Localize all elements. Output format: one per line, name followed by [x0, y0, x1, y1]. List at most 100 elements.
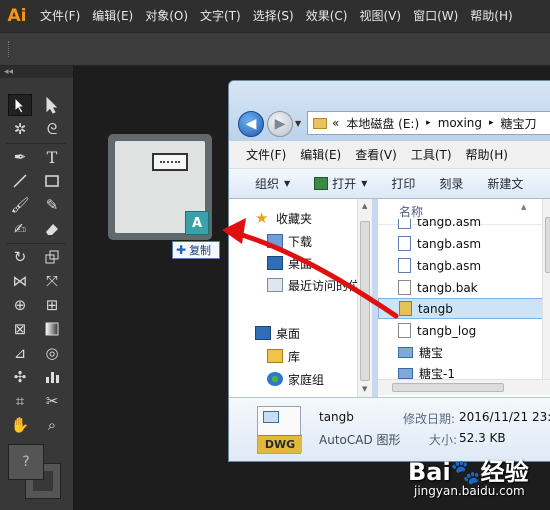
file-row[interactable]: 糖宝: [378, 342, 550, 363]
open-button[interactable]: 打开 ▼: [314, 175, 367, 192]
file-row[interactable]: tangb.asm: [378, 219, 550, 229]
ai-menu-type[interactable]: 文字(T): [194, 0, 247, 32]
print-button[interactable]: 打印: [391, 175, 415, 192]
file-list: 名称 ▲ tangb.asm tangb.asm tangb.asm tangb.…: [378, 199, 550, 397]
direct-selection-tool-icon[interactable]: [40, 94, 64, 116]
address-segment-moxing[interactable]: moxing: [438, 116, 482, 130]
line-tool-icon[interactable]: [8, 170, 32, 192]
explorer-menu-help[interactable]: 帮助(H): [466, 146, 508, 163]
panel-grip[interactable]: [8, 41, 10, 57]
address-overflow[interactable]: «: [332, 116, 339, 130]
mesh-tool-icon[interactable]: ⊠: [8, 318, 32, 340]
copy-tooltip: ✚ 复制: [172, 241, 220, 259]
scale-tool-icon[interactable]: [40, 246, 64, 268]
explorer-menu-tools[interactable]: 工具(T): [411, 146, 452, 163]
ai-menu-help[interactable]: 帮助(H): [464, 0, 518, 32]
address-segment-drive[interactable]: 本地磁盘 (E:): [346, 115, 419, 132]
file-list-hscrollbar[interactable]: [378, 379, 550, 395]
symbol-sprayer-tool-icon[interactable]: ✣: [8, 366, 32, 388]
details-file-name: tangb: [319, 410, 354, 424]
nav-downloads[interactable]: 下载: [267, 230, 312, 252]
burn-button[interactable]: 刻录: [439, 175, 463, 192]
explorer-menu-edit[interactable]: 编辑(E): [300, 146, 341, 163]
rectangle-tool-icon[interactable]: [40, 170, 64, 192]
nav-desktop[interactable]: 桌面: [255, 322, 300, 344]
ai-menu-object[interactable]: 对象(O): [139, 0, 194, 32]
magic-wand-tool-icon[interactable]: ✲: [8, 118, 32, 140]
drag-preview-thumbnail: A: [108, 134, 212, 240]
ai-menu-view[interactable]: 视图(V): [353, 0, 407, 32]
history-dropdown-icon[interactable]: ▼: [295, 119, 301, 128]
rotate-tool-icon[interactable]: ↻: [8, 246, 32, 268]
eraser-tool-icon[interactable]: [40, 218, 64, 240]
log-file-icon: [398, 323, 411, 338]
plus-icon: ✚: [176, 243, 187, 257]
desktop-icon: [267, 256, 283, 270]
ai-menu-effect[interactable]: 效果(C): [300, 0, 354, 32]
vscroll-thumb[interactable]: [545, 217, 550, 273]
organize-button[interactable]: 组织 ▼: [255, 175, 290, 192]
forward-button[interactable]: ▶: [267, 111, 293, 137]
zoom-tool-icon[interactable]: ⌕: [40, 414, 64, 436]
nav-libraries[interactable]: 库: [267, 345, 300, 367]
address-separator-icon[interactable]: ▸: [489, 118, 494, 128]
explorer-address-row: ◀ ▶ ▼ « 本地磁盘 (E:) ▸ moxing ▸ 糖宝刀: [229, 81, 550, 141]
eyedropper-tool-icon[interactable]: ⊿: [8, 342, 32, 364]
free-transform-tool-icon[interactable]: ⤧: [40, 270, 64, 292]
address-separator-icon[interactable]: ▸: [426, 118, 431, 128]
nav-scroll-thumb[interactable]: [360, 221, 370, 381]
gradient-tool-icon[interactable]: [40, 318, 64, 340]
recent-places-icon: [267, 278, 283, 292]
shape-builder-tool-icon[interactable]: ⊕: [8, 294, 32, 316]
file-row-selected[interactable]: tangb: [378, 298, 550, 319]
column-graph-tool-icon[interactable]: [40, 366, 64, 388]
hand-tool-icon[interactable]: ✋: [8, 414, 32, 436]
selection-tool-icon[interactable]: [8, 94, 32, 116]
folder-icon: [313, 117, 327, 129]
drawing-preview: A: [115, 141, 209, 235]
blob-brush-tool-icon[interactable]: ✍: [8, 218, 32, 240]
paintbrush-tool-icon[interactable]: 🖌: [8, 194, 32, 216]
ai-menu-select[interactable]: 选择(S): [247, 0, 300, 32]
file-row[interactable]: tangb.asm: [378, 233, 550, 254]
pen-tool-icon[interactable]: ✒: [8, 146, 32, 168]
back-button[interactable]: ◀: [238, 111, 264, 137]
width-tool-icon[interactable]: ⋈: [8, 270, 32, 292]
dwg-icon-label: DWG: [258, 435, 302, 453]
baidu-jingyan-watermark: Bai🐾经验 jingyan.baidu.com: [400, 448, 550, 510]
explorer-menu-view[interactable]: 查看(V): [355, 146, 397, 163]
fill-stroke-swatches[interactable]: ?: [8, 444, 64, 500]
perspective-grid-tool-icon[interactable]: ⊞: [40, 294, 64, 316]
file-list-vscrollbar[interactable]: [542, 199, 550, 379]
nav-homegroup[interactable]: 家庭组: [267, 368, 324, 390]
scroll-up-icon: ▲: [362, 202, 368, 210]
illustrator-logo: Ai: [7, 6, 27, 26]
slice-tool-icon[interactable]: ✂: [40, 390, 64, 412]
nav-favorites[interactable]: ★ 收藏夹: [255, 207, 312, 229]
address-segment-folder[interactable]: 糖宝刀: [501, 115, 537, 132]
toolbox-collapse-button[interactable]: ◂◂: [0, 66, 73, 78]
explorer-menu-file[interactable]: 文件(F): [246, 146, 286, 163]
type-tool-icon[interactable]: T: [40, 146, 64, 168]
dropdown-icon: ▼: [284, 179, 291, 188]
nav-recent[interactable]: 最近访问的位: [267, 274, 360, 296]
jpg-file-icon: [398, 347, 413, 358]
fill-swatch[interactable]: ?: [8, 444, 44, 480]
pencil-tool-icon[interactable]: ✎: [40, 194, 64, 216]
nav-scrollbar[interactable]: ▲ ▼: [357, 199, 372, 397]
sort-ascending-icon: ▲: [521, 203, 527, 211]
new-folder-button[interactable]: 新建文: [487, 175, 523, 192]
address-bar[interactable]: « 本地磁盘 (E:) ▸ moxing ▸ 糖宝刀: [307, 111, 550, 135]
file-row[interactable]: tangb_log: [378, 320, 550, 341]
lasso-tool-icon[interactable]: ᘓ: [40, 118, 64, 140]
nav-desktop-fav[interactable]: 桌面: [267, 252, 312, 274]
ai-menu-window[interactable]: 窗口(W): [407, 0, 464, 32]
ai-menu-edit[interactable]: 编辑(E): [86, 0, 139, 32]
artboard-tool-icon[interactable]: ⌗: [8, 390, 32, 412]
blend-tool-icon[interactable]: ◎: [40, 342, 64, 364]
file-row[interactable]: tangb.bak: [378, 277, 550, 298]
hscroll-thumb[interactable]: [392, 383, 504, 392]
file-row[interactable]: tangb.asm: [378, 255, 550, 276]
ai-menu-file[interactable]: 文件(F): [34, 0, 86, 32]
details-size-value: 52.3 KB: [459, 431, 506, 445]
